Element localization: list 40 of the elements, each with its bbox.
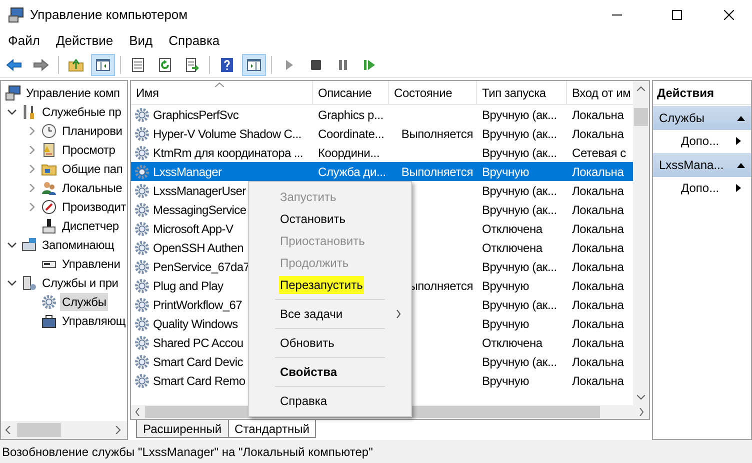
table-cell-text: ыполняется — [409, 278, 473, 294]
table-cell-text: Вручную — [482, 316, 530, 332]
table-cell-text: Graphics p... — [318, 106, 384, 124]
table-cell-text: Выполняется — [401, 164, 473, 180]
table-cell-text: Локальна — [572, 240, 624, 256]
table-cell-text: Служба ди... — [318, 164, 386, 180]
table-cell-text: Локальна — [572, 182, 624, 200]
table-cell-text: Координи... — [318, 144, 380, 162]
table-cell-text: Выполняется — [401, 126, 473, 142]
table-cell-text: Coordinate... — [318, 126, 384, 142]
table-cell-text: Локальна — [572, 202, 624, 218]
table-cell-text: Локальна — [572, 220, 624, 238]
table-cell-text: Локальна — [572, 372, 624, 390]
table-cell-text: Локальна — [572, 106, 624, 124]
table-cell-text: Локальна — [572, 126, 624, 142]
table-cell-text: Локальна — [572, 296, 624, 314]
table-cell-text: Вручную (ак... — [482, 126, 557, 142]
table-cell-text: Вручную (ак... — [482, 354, 557, 370]
table-cell-text: Отключена — [482, 240, 542, 256]
table-cell-text: Локальна — [572, 164, 624, 180]
status-text: Возобновление службы "LxssManager" на "Локальный компьютер" — [2, 444, 373, 460]
table-cell-text: Вручную — [482, 164, 530, 180]
table-cell-text: Вручную (ак... — [482, 144, 557, 162]
table-cell-text: Локальна — [572, 316, 624, 332]
table-cell-text: Отключена — [482, 334, 542, 352]
table-cell-text: Локальна — [572, 334, 624, 352]
table-cell-text: Вручную (ак... — [482, 182, 557, 200]
window-title: Управление компьютером — [30, 6, 188, 24]
table-cell-text: Вручную — [482, 278, 530, 294]
table-cell-text: Отключена — [482, 220, 542, 238]
table-cell-text: Локальна — [572, 278, 624, 294]
table-cell-text: Вручную (ак... — [482, 296, 557, 314]
table-cell-text: Локальна — [572, 258, 624, 276]
table-cell-text: Локальна — [572, 354, 624, 370]
table-cell-text: Вручную — [482, 372, 530, 390]
table-cell-text: Сетевая с — [572, 144, 626, 162]
table-cell-text: Вручную (ак... — [482, 258, 557, 276]
pane-title: Действия — [653, 81, 751, 105]
table-cell-text: Вручную (ак... — [482, 106, 557, 124]
table-cell-text: Вручную (ак... — [482, 202, 557, 218]
